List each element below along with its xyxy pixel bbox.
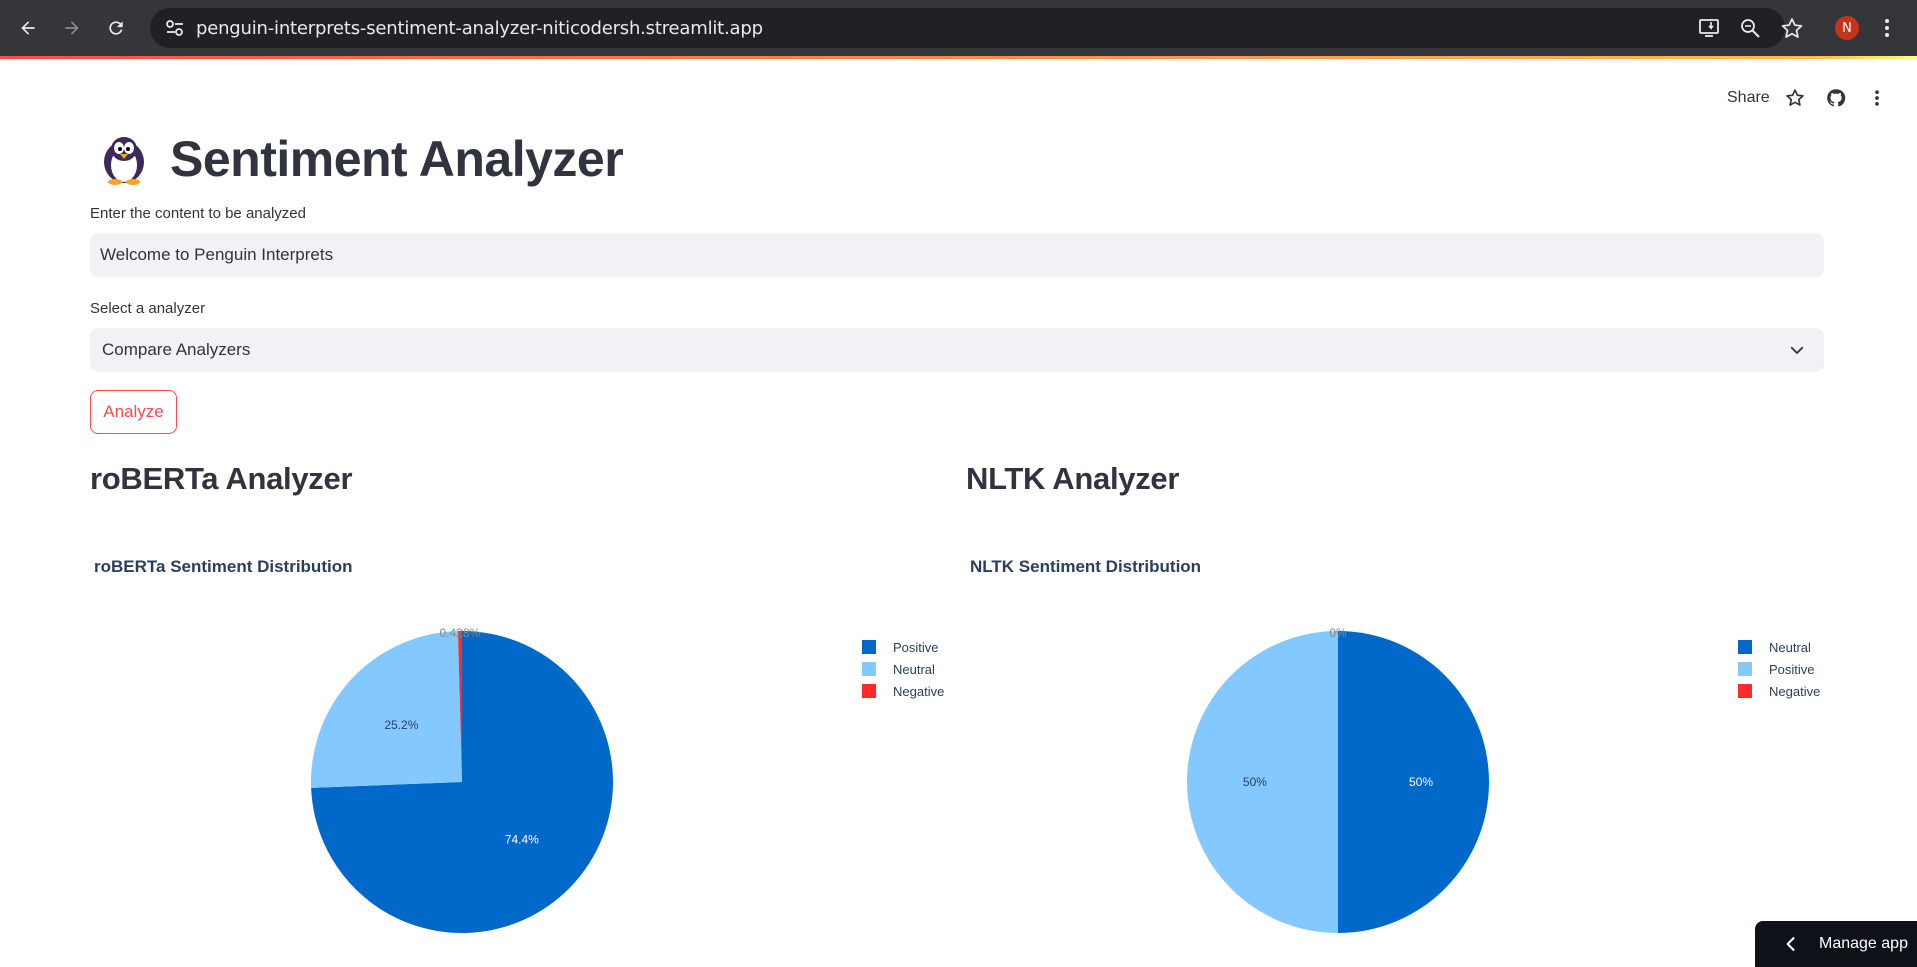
manage-app-button[interactable]: Manage app — [1755, 921, 1917, 967]
legend-item-positive[interactable]: Positive — [1738, 658, 1820, 680]
legend-label: Positive — [1769, 661, 1815, 677]
legend-item-neutral[interactable]: Neutral — [1738, 636, 1820, 658]
page-title: Sentiment Analyzer — [170, 131, 624, 187]
browser-toolbar: penguin-interprets-sentiment-analyzer-ni… — [0, 0, 1917, 56]
legend-swatch — [1738, 662, 1752, 676]
nltk-heading: NLTK Analyzer — [966, 461, 1180, 496]
roberta-chart-title: roBERTa Sentiment Distribution — [94, 557, 353, 576]
nltk-chart-title: NLTK Sentiment Distribution — [970, 557, 1202, 576]
main-menu-icon[interactable] — [1866, 87, 1888, 109]
legend-item-negative[interactable]: Negative — [862, 680, 944, 702]
profile-avatar[interactable]: N — [1835, 16, 1859, 40]
legend-item-negative[interactable]: Negative — [1738, 680, 1820, 702]
legend-item-neutral[interactable]: Neutral — [862, 658, 944, 680]
legend-swatch — [862, 640, 876, 654]
share-button[interactable]: Share — [1727, 89, 1770, 107]
content-text-input[interactable]: Welcome to Penguin Interprets — [90, 233, 1824, 277]
bookmark-star-icon[interactable] — [1780, 17, 1804, 39]
analyzer-select-value: Compare Analyzers — [102, 340, 251, 359]
legend-label: Negative — [893, 683, 945, 699]
browser-menu-icon[interactable] — [1883, 16, 1891, 40]
roberta-heading: roBERTa Analyzer — [90, 461, 353, 496]
chevron-left-icon — [1786, 937, 1795, 951]
legend-swatch — [862, 662, 876, 676]
reload-icon[interactable] — [102, 14, 130, 42]
pie-label-positive: 50% — [1243, 775, 1267, 789]
pie-label-negative: 0% — [1329, 626, 1347, 640]
analyzer-select[interactable]: Compare Analyzers — [90, 328, 1824, 372]
roberta-legend: Positive Neutral Negative — [862, 636, 944, 702]
nltk-legend: Neutral Positive Negative — [1738, 636, 1820, 702]
legend-label: Negative — [1769, 683, 1821, 699]
address-bar[interactable]: penguin-interprets-sentiment-analyzer-ni… — [150, 8, 1803, 48]
pie-label-neutral: 25.2% — [384, 718, 418, 732]
legend-label: Neutral — [893, 661, 935, 677]
legend-swatch — [862, 684, 876, 698]
manage-app-label: Manage app — [1819, 935, 1908, 952]
pie-label-positive: 74.4% — [505, 833, 539, 847]
pie-label-neutral: 50% — [1409, 775, 1433, 789]
install-app-icon[interactable] — [1698, 17, 1722, 39]
legend-label: Neutral — [1769, 639, 1811, 655]
legend-swatch — [1738, 640, 1752, 654]
back-icon[interactable] — [14, 14, 42, 42]
zoom-icon[interactable] — [1739, 17, 1763, 39]
analyze-button[interactable]: Analyze — [90, 390, 177, 434]
text-input-label: Enter the content to be analyzed — [90, 205, 306, 222]
page-title-block: Sentiment Analyzer — [98, 128, 624, 190]
star-icon[interactable] — [1784, 87, 1806, 109]
site-info-icon[interactable] — [164, 18, 186, 38]
roberta-pie-chart[interactable]: 74.4% 25.2% 0.428% — [232, 610, 632, 960]
github-icon[interactable] — [1825, 87, 1847, 109]
legend-swatch — [1738, 684, 1752, 698]
penguin-icon — [104, 137, 144, 185]
url-text[interactable]: penguin-interprets-sentiment-analyzer-ni… — [196, 18, 763, 39]
streamlit-top-decoration — [0, 56, 1917, 59]
analyzer-select-label: Select a analyzer — [90, 300, 206, 317]
pie-label-negative: 0.428% — [440, 626, 481, 640]
chevron-down-icon — [1790, 346, 1804, 354]
nltk-pie-chart[interactable]: 50% 50% 0% — [1108, 610, 1508, 960]
pie-slice-neutral[interactable] — [311, 631, 462, 788]
legend-item-positive[interactable]: Positive — [862, 636, 944, 658]
forward-icon[interactable] — [58, 14, 86, 42]
legend-label: Positive — [893, 639, 939, 655]
